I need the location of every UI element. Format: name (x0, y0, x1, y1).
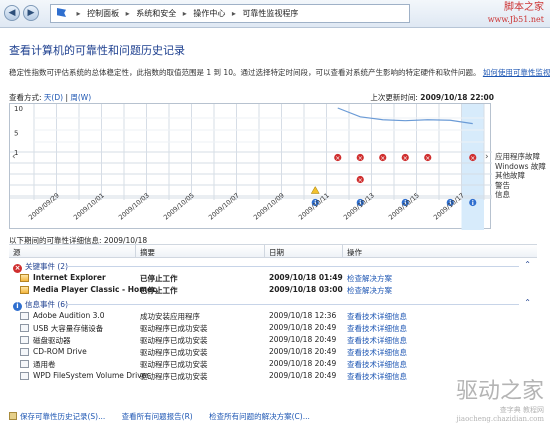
row-label-information: 信息 (495, 190, 510, 199)
view-weeks-link[interactable]: 周(W) (70, 93, 91, 102)
table-row[interactable]: Internet Explorer 已停止工作 2009/10/18 01:49… (9, 272, 537, 284)
action-center-flag-icon (57, 8, 66, 17)
table-row[interactable]: USB 大容量存储设备 驱动程序已成功安装 2009/10/18 20:49 查… (9, 322, 537, 334)
application-icon (20, 274, 29, 282)
site-watermark: 脚本之家 www.Jb51.net (487, 2, 544, 24)
row-label-warnings: 警告 (495, 180, 510, 190)
table-row[interactable]: 通用卷 驱动程序已成功安装 2009/10/18 20:49 查看技术详细信息 (9, 358, 537, 370)
table-row[interactable]: Adobe Audition 3.0 成功安装应用程序 2009/10/18 1… (9, 310, 537, 322)
error-marker-glyph: × (335, 155, 340, 162)
device-icon (20, 348, 29, 356)
collapse-chevron-icon[interactable]: ⌃ (524, 298, 531, 307)
view-by: 查看方式: 天(D) | 周(W) (9, 93, 92, 102)
chart-row-labels: 应用程序故障 Windows 故障 其他故障 警告 信息 (495, 152, 546, 200)
error-marker-glyph: × (358, 155, 363, 162)
critical-events-group[interactable]: × 关键事件 (2) ⌃ (9, 260, 537, 273)
device-icon (20, 360, 29, 368)
application-icon (20, 312, 29, 320)
row-label-app-failures: 应用程序故障 (495, 152, 540, 161)
collapse-chevron-icon[interactable]: ⌃ (524, 260, 531, 269)
view-technical-details-link[interactable]: 查看技术详细信息 (347, 359, 407, 370)
device-icon (20, 324, 29, 332)
breadcrumb-action-center[interactable]: 操作中心 (193, 9, 225, 18)
row-label-windows-failures: Windows 故障 (495, 161, 546, 171)
last-updated: 上次更新时间: 2009/10/18 22:00 (370, 93, 494, 102)
error-marker-glyph: × (358, 177, 363, 184)
check-all-solutions-link[interactable]: 检查所有问题的解决方案(C)... (209, 412, 310, 421)
scroll-right-icon[interactable]: › (485, 152, 489, 162)
reliability-chart-svg[interactable]: 1051× × × × × ××i i i i i2009/09/29 2009/10/01 2009… (10, 104, 492, 230)
back-button[interactable]: ◀ (4, 5, 20, 21)
col-summary[interactable]: 摘要 (140, 247, 155, 258)
address-bar: ◀ ▶ ▸ 控制面板 ▸ 系统和安全 ▸ 操作中心 ▸ 可靠性监视程序 脚本之家… (0, 0, 550, 28)
col-date[interactable]: 日期 (269, 247, 284, 258)
view-technical-details-link[interactable]: 查看技术详细信息 (347, 311, 407, 322)
y-tick-label: 10 (14, 105, 23, 113)
save-icon (9, 412, 17, 420)
row-label-misc-failures: 其他故障 (495, 171, 525, 180)
error-marker-glyph: × (470, 155, 475, 162)
check-solution-link[interactable]: 检查解决方案 (347, 273, 392, 284)
error-marker-glyph: × (425, 155, 430, 162)
breadcrumb-reliability-monitor[interactable]: 可靠性监视程序 (242, 9, 298, 18)
view-technical-details-link[interactable]: 查看技术详细信息 (347, 347, 407, 358)
stability-index-line (337, 107, 473, 125)
information-events-group[interactable]: i 信息事件 (6) ⌃ (9, 298, 537, 311)
table-row[interactable]: 磁盘驱动器 驱动程序已成功安装 2009/10/18 20:49 查看技术详细信… (9, 334, 537, 346)
scroll-left-icon[interactable]: ‹ (12, 152, 16, 162)
info-marker-glyph: i (472, 200, 474, 207)
y-tick-label: 5 (14, 129, 18, 137)
col-source[interactable]: 源 (13, 247, 21, 258)
view-technical-details-link[interactable]: 查看技术详细信息 (347, 323, 407, 334)
table-row[interactable]: Media Player Classic - Homec... 已停止工作 20… (9, 284, 537, 296)
device-icon (20, 372, 29, 380)
view-all-reports-link[interactable]: 查看所有问题报告(R) (122, 412, 193, 421)
col-action[interactable]: 操作 (347, 247, 362, 258)
breadcrumb-control-panel[interactable]: 控制面板 (87, 9, 119, 18)
page-title: 查看计算机的可靠性和问题历史记录 (9, 44, 185, 57)
save-history-link[interactable]: 保存可靠性历史记录(S)... (9, 412, 105, 421)
learn-more-link[interactable]: 如何使用可靠性监视程序... (483, 68, 550, 77)
view-days-link[interactable]: 天(D) (44, 93, 63, 102)
reliability-chart[interactable]: 10 5 1 × × × × × × × i i i i i 2009/09/29 2009/10/01 2009… (9, 103, 492, 230)
application-icon (20, 286, 29, 294)
error-marker-glyph: × (403, 155, 408, 162)
breadcrumb-system-security[interactable]: 系统和安全 (136, 9, 176, 18)
table-row[interactable]: CD-ROM Drive 驱动程序已成功安装 2009/10/18 20:49 … (9, 346, 537, 358)
forward-button[interactable]: ▶ (23, 5, 39, 21)
check-solution-link[interactable]: 检查解决方案 (347, 285, 392, 296)
error-marker-glyph: × (380, 155, 385, 162)
footer-links: 保存可靠性历史记录(S)... 查看所有问题报告(R) 检查所有问题的解决方案(… (9, 411, 324, 422)
device-icon (20, 336, 29, 344)
view-technical-details-link[interactable]: 查看技术详细信息 (347, 335, 407, 346)
site-logo: 驱动之家 查字典 教程网 jiaocheng.chazidian.com (455, 379, 544, 423)
page-description: 稳定性指数可评估系统的总体稳定性，此指数的取值范围是 1 到 10。通过选择特定… (9, 67, 550, 78)
warning-marker-icon (310, 185, 320, 194)
details-table-header: 源 摘要 日期 操作 (9, 245, 537, 258)
breadcrumb[interactable]: ▸ 控制面板 ▸ 系统和安全 ▸ 操作中心 ▸ 可靠性监视程序 (50, 4, 410, 23)
